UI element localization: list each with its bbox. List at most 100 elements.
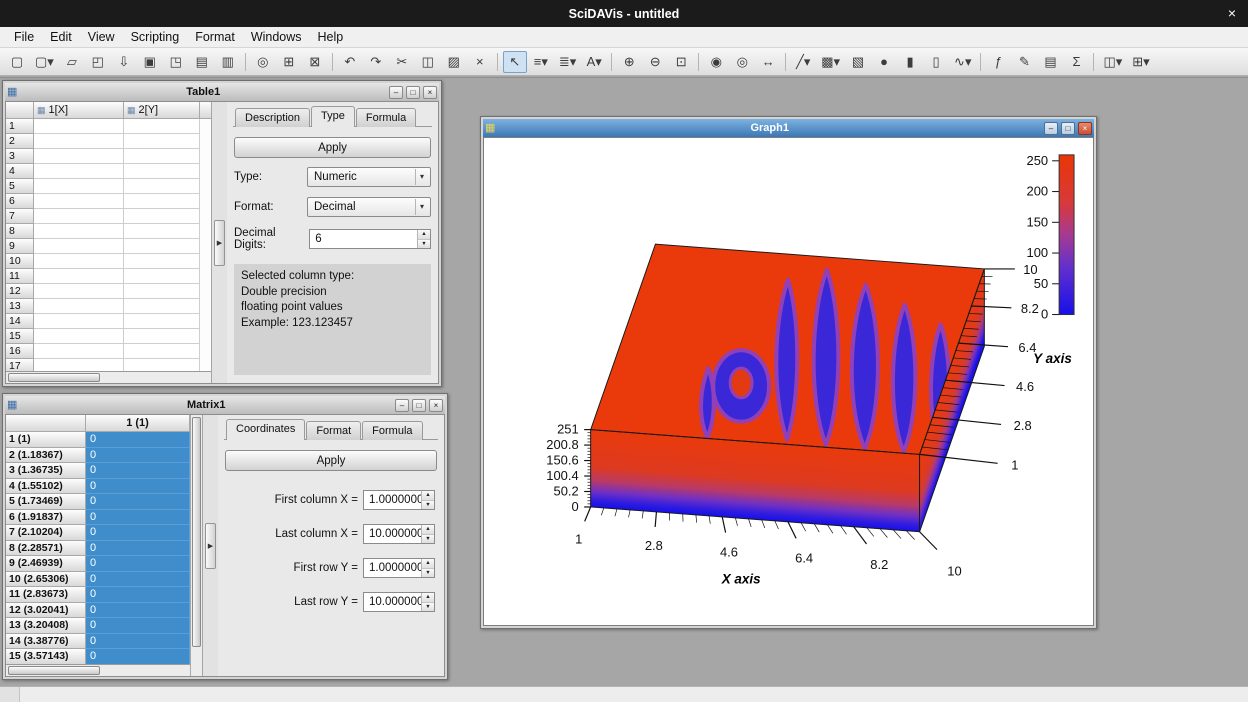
matrix1-splitter[interactable]: ▶ — [203, 415, 218, 676]
graph1-minimize-button[interactable]: – — [1044, 122, 1058, 135]
plot-columns-icon[interactable]: ▯ — [924, 51, 948, 73]
matrix-cell[interactable]: 0 — [86, 510, 190, 526]
table-cell[interactable] — [124, 284, 200, 299]
copy-icon[interactable]: ◫ — [416, 51, 440, 73]
matrix-row-header[interactable]: 7 (2.10204) — [6, 525, 86, 541]
paste-icon[interactable]: ▨ — [442, 51, 466, 73]
spin-up-icon[interactable]: ▲ — [422, 491, 434, 501]
table-cell[interactable] — [124, 194, 200, 209]
menu-item[interactable]: Help — [310, 28, 352, 46]
spin-down-icon[interactable]: ▼ — [422, 569, 434, 578]
table-cell[interactable] — [124, 269, 200, 284]
table-cell[interactable] — [34, 134, 124, 149]
row-header[interactable]: 1 — [6, 119, 34, 134]
matrix1-hscrollbar[interactable] — [6, 664, 190, 676]
matrix-row-header[interactable]: 10 (2.65306) — [6, 572, 86, 588]
matrix-row-header[interactable]: 3 (1.36735) — [6, 463, 86, 479]
row-header[interactable]: 9 — [6, 239, 34, 254]
select-range-icon[interactable]: ↔ — [756, 51, 780, 73]
row-header[interactable]: 13 — [6, 299, 34, 314]
tab-formula[interactable]: Formula — [356, 108, 416, 127]
table-cell[interactable] — [34, 149, 124, 164]
draw-arrow-icon[interactable]: ✎ — [1012, 51, 1036, 73]
matrix-cell[interactable]: 0 — [86, 432, 190, 448]
rescale-icon[interactable]: ⊡ — [669, 51, 693, 73]
matrix-row-header[interactable]: 12 (3.02041) — [6, 603, 86, 619]
matrix-cell[interactable]: 0 — [86, 634, 190, 650]
matrix-cell[interactable]: 0 — [86, 463, 190, 479]
print-icon[interactable]: ▤ — [190, 51, 214, 73]
menu-item[interactable]: View — [80, 28, 123, 46]
matrix-cell[interactable]: 0 — [86, 541, 190, 557]
matrix1-vscrollbar[interactable] — [190, 415, 202, 676]
row-header[interactable]: 2 — [6, 134, 34, 149]
matrix-row-header[interactable]: 11 (2.83673) — [6, 587, 86, 603]
collapse-panel-button[interactable]: ▶ — [214, 220, 225, 266]
table-cell[interactable] — [34, 314, 124, 329]
scrollbar-thumb[interactable] — [8, 373, 100, 382]
plot-3d-icon[interactable]: ● — [872, 51, 896, 73]
export-pdf-icon[interactable]: ▥ — [216, 51, 240, 73]
add-function-icon[interactable]: ƒ — [986, 51, 1010, 73]
matrix-row-header[interactable]: 6 (1.91837) — [6, 510, 86, 526]
spin-up-icon[interactable]: ▲ — [422, 525, 434, 535]
spin-down-icon[interactable]: ▼ — [422, 535, 434, 544]
row-header[interactable]: 6 — [6, 194, 34, 209]
matrix-cell[interactable]: 0 — [86, 556, 190, 572]
matrix-row-header[interactable]: 14 (3.38776) — [6, 634, 86, 650]
spin-up-icon[interactable]: ▲ — [418, 230, 430, 240]
save-template-icon[interactable]: ◳ — [164, 51, 188, 73]
row-header[interactable]: 4 — [6, 164, 34, 179]
table-cell[interactable] — [34, 329, 124, 344]
new-project-icon[interactable]: ▢ — [5, 51, 29, 73]
table-cell[interactable] — [34, 284, 124, 299]
tab-format[interactable]: Format — [306, 421, 361, 440]
plot-bars-icon[interactable]: ▮ — [898, 51, 922, 73]
table-cell[interactable] — [34, 119, 124, 134]
apply-button[interactable]: Apply — [234, 137, 431, 158]
last-column-x-spinbox[interactable]: 10.00000000 ▲▼ — [363, 524, 435, 544]
row-header[interactable]: 3 — [6, 149, 34, 164]
table-cell[interactable] — [124, 254, 200, 269]
table-cell[interactable] — [124, 209, 200, 224]
matrix-cell[interactable]: 0 — [86, 587, 190, 603]
table-cell[interactable] — [34, 194, 124, 209]
menu-item[interactable]: Format — [187, 28, 243, 46]
table-cell[interactable] — [34, 224, 124, 239]
table-cell[interactable] — [124, 359, 200, 371]
open-project-icon[interactable]: ▱ — [60, 51, 84, 73]
table-cell[interactable] — [34, 299, 124, 314]
tab-coordinates[interactable]: Coordinates — [226, 419, 305, 440]
type-combobox[interactable]: Numeric ▾ — [307, 167, 431, 187]
table-cell[interactable] — [124, 344, 200, 359]
collapse-panel-button[interactable]: ▶ — [205, 523, 216, 569]
table1-minimize-button[interactable]: – — [389, 86, 403, 99]
spin-down-icon[interactable]: ▼ — [422, 603, 434, 612]
row-header[interactable]: 14 — [6, 314, 34, 329]
table-cell[interactable] — [124, 314, 200, 329]
matrix-cell[interactable]: 0 — [86, 572, 190, 588]
table-cell[interactable] — [124, 134, 200, 149]
table1-close-button[interactable]: × — [423, 86, 437, 99]
zoom-in-icon[interactable]: ⊕ — [617, 51, 641, 73]
layer-list-dropdown-icon[interactable]: ≡▾ — [529, 51, 553, 73]
matrix1-minimize-button[interactable]: – — [395, 399, 409, 412]
cut-icon[interactable]: ✂ — [390, 51, 414, 73]
table-cell[interactable] — [34, 269, 124, 284]
spin-down-icon[interactable]: ▼ — [422, 501, 434, 510]
graph1-close-button[interactable]: × — [1078, 122, 1092, 135]
matrix-column-header[interactable]: 1 (1) — [86, 415, 190, 432]
spin-up-icon[interactable]: ▲ — [422, 593, 434, 603]
plot-wizard-dropdown-icon[interactable]: ▩▾ — [817, 51, 844, 73]
menu-item[interactable]: Edit — [42, 28, 80, 46]
table-cell[interactable] — [34, 254, 124, 269]
table-cell[interactable] — [124, 164, 200, 179]
menu-item[interactable]: Scripting — [123, 28, 188, 46]
redo-icon[interactable]: ↷ — [364, 51, 388, 73]
matrix-row-header[interactable]: 5 (1.73469) — [6, 494, 86, 510]
table-cell[interactable] — [124, 224, 200, 239]
tab-formula[interactable]: Formula — [362, 421, 422, 440]
spin-down-icon[interactable]: ▼ — [418, 240, 430, 249]
matrix-row-header[interactable]: 4 (1.55102) — [6, 479, 86, 495]
pointer-icon[interactable]: ↖ — [503, 51, 527, 73]
